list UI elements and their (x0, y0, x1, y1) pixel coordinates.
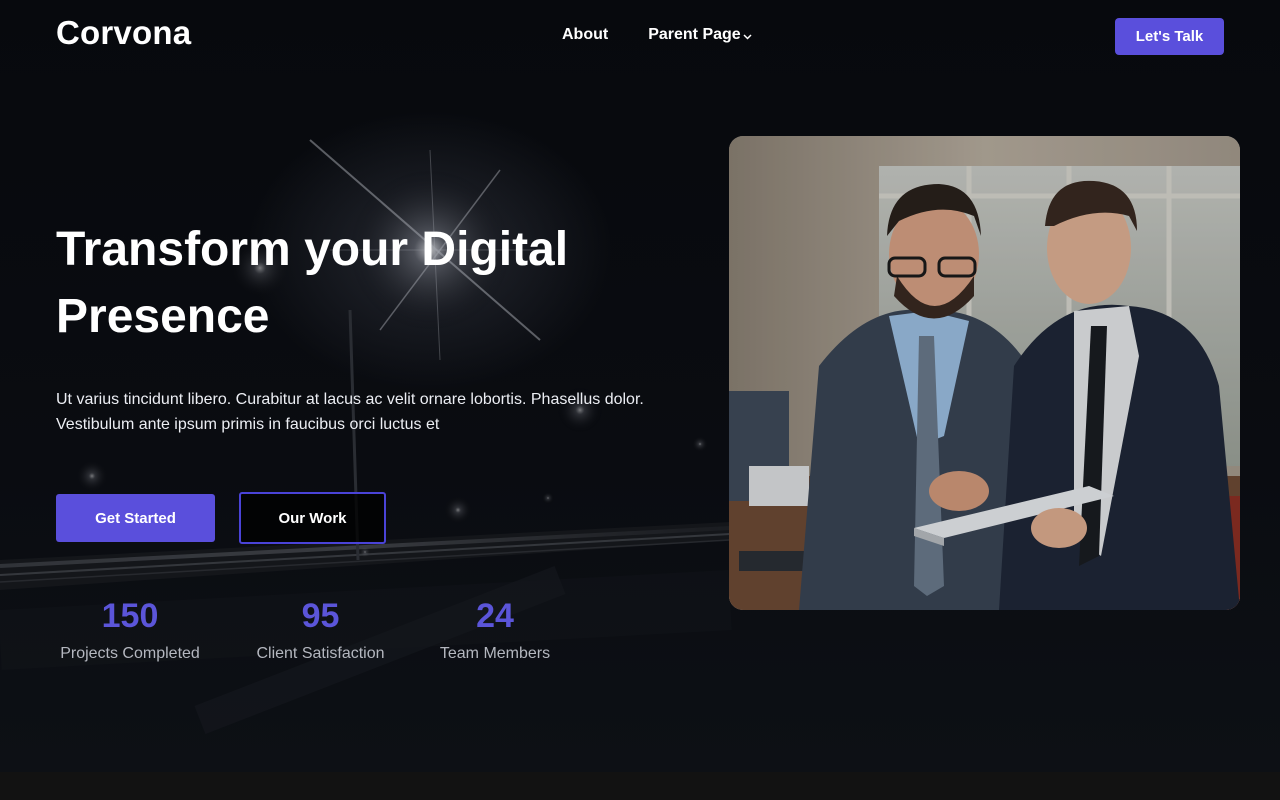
lets-talk-button[interactable]: Let's Talk (1115, 18, 1224, 55)
stat-label: Team Members (439, 645, 551, 662)
get-started-button[interactable]: Get Started (56, 494, 215, 542)
hero-title: Transform your Digital Presence (56, 223, 569, 343)
footer-strip (0, 772, 1280, 800)
stat-label: Client Satisfaction (256, 645, 385, 662)
stat-team-members: 24 Team Members (437, 596, 553, 663)
nav-item-about-label: About (562, 25, 609, 43)
site-header: Corvona About Parent Page Let's Talk (0, 0, 1280, 72)
hero-description: Ut varius tincidunt libero. Curabitur at… (56, 391, 644, 433)
stat-client-satisfaction: 95 Client Satisfaction (252, 596, 389, 663)
chevron-down-icon (743, 27, 752, 45)
stat-projects-completed: 150 Projects Completed (56, 596, 204, 663)
nav-item-parent-page-label: Parent Page (648, 25, 741, 43)
stat-value: 95 (301, 597, 340, 635)
main-nav: About Parent Page (562, 24, 752, 45)
nav-item-parent-page[interactable]: Parent Page (648, 24, 752, 45)
stat-value: 150 (101, 597, 159, 635)
hero-photo-business-men (729, 136, 1240, 610)
our-work-button[interactable]: Our Work (239, 492, 386, 544)
nav-item-about[interactable]: About (562, 26, 608, 44)
stat-label: Projects Completed (60, 645, 200, 662)
stat-value: 24 (476, 597, 514, 635)
brand-logo[interactable]: Corvona (56, 14, 191, 52)
